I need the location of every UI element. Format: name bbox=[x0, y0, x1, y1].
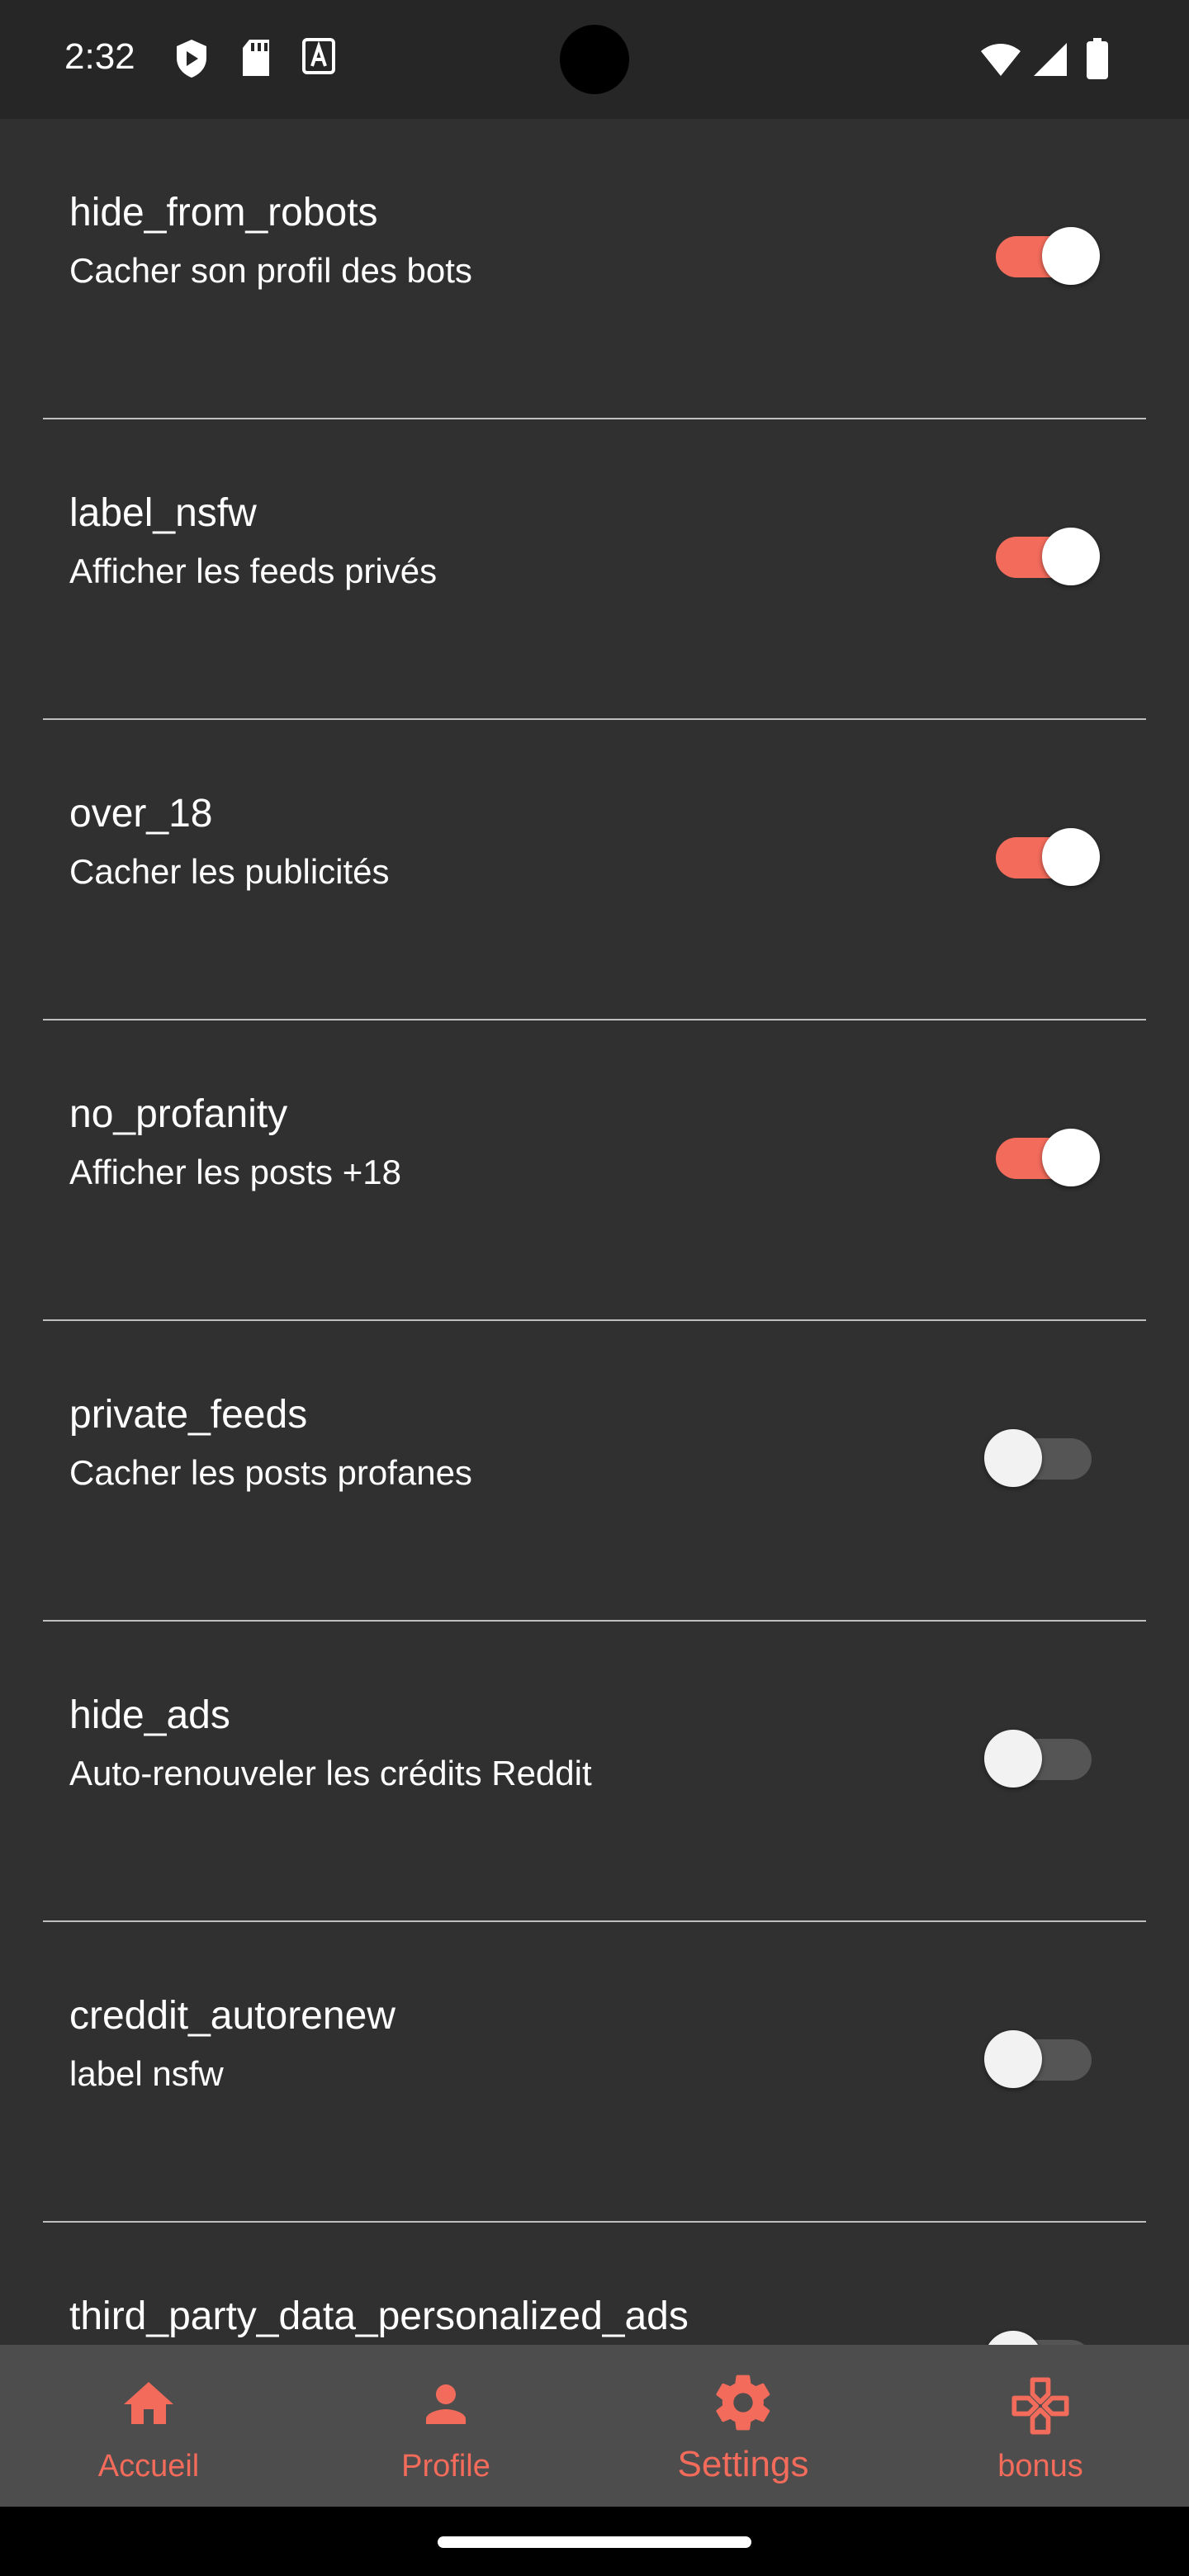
nav-label: Settings bbox=[677, 2444, 809, 2484]
setting-description: Auto-renouveler les crédits Reddit bbox=[69, 1754, 592, 1792]
setting-row-hide-from-robots[interactable]: hide_from_robots Cacher son profil des b… bbox=[43, 119, 1146, 419]
front-camera bbox=[560, 25, 629, 94]
setting-title: no_profanity bbox=[69, 1092, 288, 1136]
nav-item-accueil[interactable]: Accueil bbox=[0, 2345, 297, 2507]
toggle-switch[interactable] bbox=[984, 1417, 1100, 1487]
setting-title: hide_from_robots bbox=[69, 191, 378, 234]
home-gesture-handle[interactable] bbox=[438, 2536, 751, 2548]
setting-description: Cacher les publicités bbox=[69, 852, 390, 891]
nav-label: Accueil bbox=[97, 2449, 200, 2484]
nav-item-settings[interactable]: Settings bbox=[594, 2345, 892, 2507]
setting-title: third_party_data_personalized_ads bbox=[69, 2294, 689, 2338]
setting-description: Cacher son profil des bots bbox=[69, 251, 472, 290]
shield-icon bbox=[173, 38, 210, 83]
gesture-navigation-area bbox=[0, 2507, 1189, 2576]
gamepad-icon bbox=[1009, 2375, 1072, 2441]
battery-icon bbox=[1087, 38, 1108, 83]
setting-row-private-feeds[interactable]: private_feeds Cacher les posts profanes bbox=[43, 1321, 1146, 1622]
toggle-switch[interactable] bbox=[984, 515, 1100, 585]
status-time: 2:32 bbox=[64, 36, 135, 77]
setting-title: private_feeds bbox=[69, 1393, 308, 1437]
nav-item-bonus[interactable]: bonus bbox=[892, 2345, 1189, 2507]
toggle-switch[interactable] bbox=[984, 1717, 1100, 1788]
toggle-switch[interactable] bbox=[984, 1116, 1100, 1186]
person-icon bbox=[416, 2375, 476, 2438]
setting-description: Afficher les posts +18 bbox=[69, 1153, 401, 1191]
setting-title: over_18 bbox=[69, 792, 213, 836]
gear-icon bbox=[710, 2370, 776, 2440]
setting-description: Afficher les feeds privés bbox=[69, 552, 438, 590]
toggle-switch[interactable] bbox=[984, 2018, 1100, 2088]
setting-title: label_nsfw bbox=[69, 491, 257, 535]
setting-row-creddit-autorenew[interactable]: creddit_autorenew label nsfw bbox=[43, 1922, 1146, 2223]
setting-row-over-18[interactable]: over_18 Cacher les publicités bbox=[43, 720, 1146, 1020]
signal-icon bbox=[1032, 41, 1068, 82]
setting-title: hide_ads bbox=[69, 1693, 230, 1737]
nav-label: Profile bbox=[401, 2449, 490, 2484]
settings-list[interactable]: hide_from_robots Cacher son profil des b… bbox=[0, 119, 1189, 2345]
toggle-switch[interactable] bbox=[984, 816, 1100, 886]
home-icon bbox=[119, 2375, 178, 2438]
setting-row-no-profanity[interactable]: no_profanity Afficher les posts +18 bbox=[43, 1020, 1146, 1321]
text-a-icon bbox=[302, 38, 335, 78]
wifi-icon bbox=[979, 41, 1022, 82]
setting-row-label-nsfw[interactable]: label_nsfw Afficher les feeds privés bbox=[43, 419, 1146, 720]
nav-label: bonus bbox=[997, 2449, 1083, 2484]
setting-title: creddit_autorenew bbox=[69, 1994, 396, 2038]
toggle-switch[interactable] bbox=[984, 2318, 1100, 2345]
bottom-navigation: Accueil Profile Settings bonus bbox=[0, 2345, 1189, 2507]
status-bar: 2:32 bbox=[0, 0, 1189, 119]
toggle-switch[interactable] bbox=[984, 215, 1100, 285]
setting-description: label nsfw bbox=[69, 2054, 224, 2093]
setting-row-hide-ads[interactable]: hide_ads Auto-renouveler les crédits Red… bbox=[43, 1622, 1146, 1922]
setting-description: Cacher les posts profanes bbox=[69, 1453, 472, 1492]
sd-card-icon bbox=[239, 38, 272, 82]
nav-item-profile[interactable]: Profile bbox=[297, 2345, 594, 2507]
setting-row-third-party-data[interactable]: third_party_data_personalized_ads bbox=[43, 2223, 1146, 2345]
